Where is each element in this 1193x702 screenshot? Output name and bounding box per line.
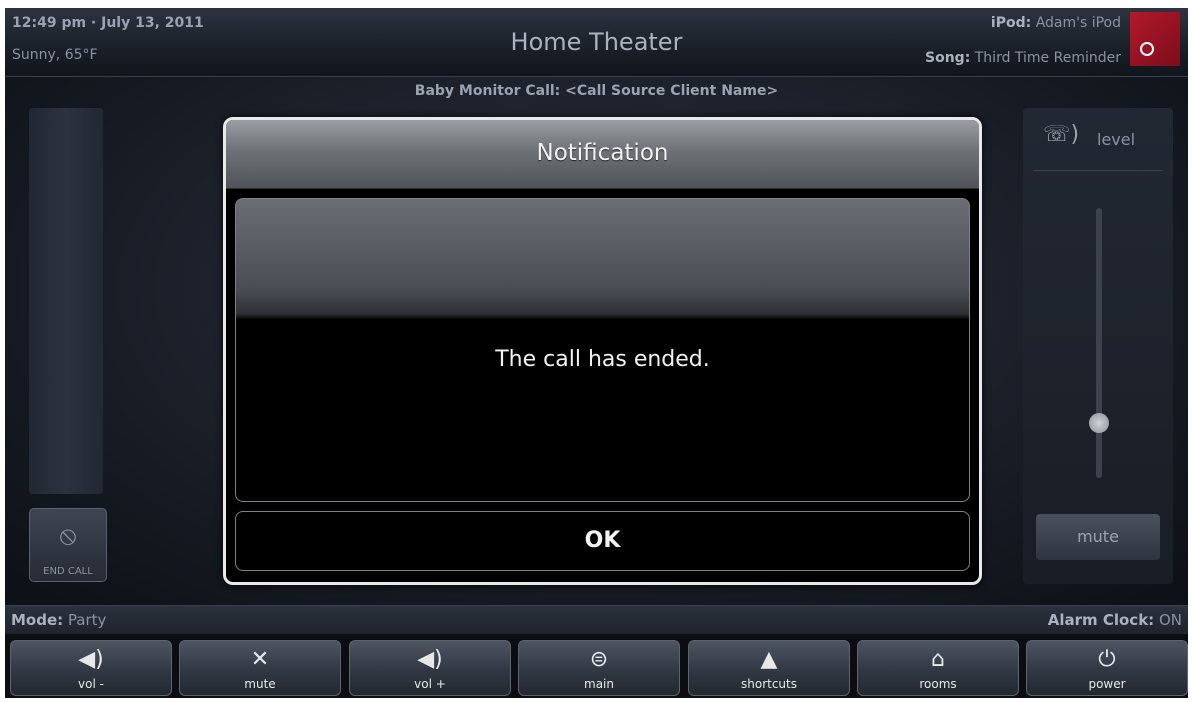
level-label: level bbox=[1097, 130, 1136, 149]
shortcuts-label: shortcuts bbox=[741, 677, 797, 691]
notification-dialog: Notification The call has ended. OK bbox=[223, 117, 982, 585]
end-call-button[interactable]: ⦸ END CALL bbox=[29, 508, 107, 582]
bottom-toolbar: ◀) vol - ✕ mute ◀) vol + ⊜ main ▲ shortc… bbox=[5, 634, 1188, 698]
vol-up-label: vol + bbox=[414, 677, 446, 691]
now-playing-song[interactable]: Song: Third Time Reminder bbox=[925, 50, 1121, 66]
power-button[interactable]: ⏻ power bbox=[1026, 640, 1188, 696]
status-row: Mode: Party Alarm Clock: ON bbox=[5, 605, 1188, 634]
house-icon: ⌂ bbox=[931, 647, 945, 672]
volume-panel: ☏) level mute bbox=[1023, 108, 1173, 584]
power-label: power bbox=[1088, 677, 1126, 691]
dialog-header: Notification bbox=[226, 120, 979, 189]
screen-frame: 12:49 pm · July 13, 2011 Sunny, 65°F Hom… bbox=[0, 0, 1193, 702]
mode-status: Mode: Party bbox=[11, 611, 106, 629]
vol-down-label: vol - bbox=[78, 677, 104, 691]
header-bar: 12:49 pm · July 13, 2011 Sunny, 65°F Hom… bbox=[5, 8, 1188, 77]
ok-button-label: OK bbox=[584, 528, 621, 553]
end-call-label: END CALL bbox=[43, 566, 93, 577]
dialog-message: The call has ended. bbox=[495, 347, 710, 372]
ipod-label: iPod: bbox=[990, 15, 1032, 31]
alarm-status: Alarm Clock: ON bbox=[1048, 611, 1182, 629]
grid-icon: ⊜ bbox=[589, 647, 609, 672]
level-slider-thumb[interactable] bbox=[1089, 413, 1109, 433]
rooms-button[interactable]: ⌂ rooms bbox=[857, 640, 1019, 696]
home-theater-screen: 12:49 pm · July 13, 2011 Sunny, 65°F Hom… bbox=[5, 8, 1188, 698]
power-icon: ⏻ bbox=[1098, 647, 1116, 672]
mute-button[interactable]: mute bbox=[1036, 514, 1160, 560]
dialog-message-box: The call has ended. bbox=[235, 198, 970, 502]
level-slider[interactable] bbox=[1096, 208, 1102, 478]
vol-up-button[interactable]: ◀) vol + bbox=[349, 640, 511, 696]
ok-button[interactable]: OK bbox=[235, 511, 970, 571]
mute-icon: ✕ bbox=[250, 647, 270, 672]
main-label: main bbox=[584, 677, 614, 691]
left-panel bbox=[29, 108, 103, 494]
shortcuts-button[interactable]: ▲ shortcuts bbox=[688, 640, 850, 696]
mode-value: Party bbox=[67, 611, 107, 629]
mute-label: mute bbox=[244, 677, 276, 691]
mute-phone-icon: ⦸ bbox=[59, 521, 77, 551]
album-power-icon bbox=[1140, 42, 1154, 56]
song-value: Third Time Reminder bbox=[974, 50, 1121, 66]
ipod-source[interactable]: iPod: Adam's iPod bbox=[991, 15, 1121, 31]
call-source-label: Baby Monitor Call: <Call Source Client N… bbox=[414, 83, 779, 99]
song-label: Song: bbox=[925, 50, 971, 66]
mute-toolbar-button[interactable]: ✕ mute bbox=[179, 640, 341, 696]
speaker-icon: ◀) bbox=[417, 647, 443, 672]
ipod-value: Adam's iPod bbox=[1035, 15, 1121, 31]
main-button[interactable]: ⊜ main bbox=[518, 640, 680, 696]
rooms-label: rooms bbox=[919, 677, 957, 691]
divider bbox=[1033, 170, 1163, 171]
alarm-label: Alarm Clock: bbox=[1047, 611, 1155, 629]
dialog-title: Notification bbox=[536, 140, 669, 166]
shortcuts-icon: ▲ bbox=[760, 647, 778, 672]
speaker-icon: ◀) bbox=[78, 647, 104, 672]
album-art[interactable] bbox=[1130, 12, 1180, 66]
alarm-value: ON bbox=[1158, 611, 1182, 629]
vol-down-button[interactable]: ◀) vol - bbox=[10, 640, 172, 696]
phone-speaker-icon: ☏) bbox=[1043, 122, 1080, 147]
mode-label: Mode: bbox=[11, 611, 64, 629]
